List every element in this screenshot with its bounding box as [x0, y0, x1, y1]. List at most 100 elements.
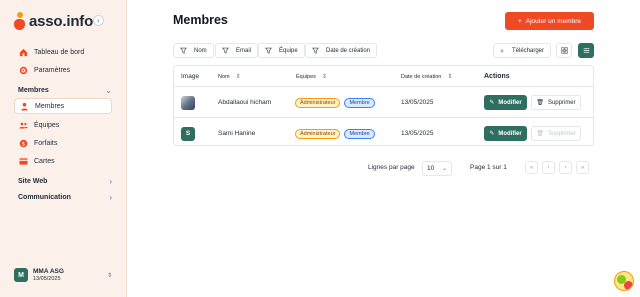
trash-icon: 🗑	[536, 100, 544, 106]
sidebar-item-settings[interactable]: Paramètres	[14, 62, 112, 78]
chevron-right-icon: ›	[109, 193, 112, 202]
delete-button[interactable]: 🗑 Supprimer	[531, 126, 581, 141]
page-info: Page 1 sur 1	[470, 164, 507, 171]
delete-label: Supprimer	[547, 130, 576, 137]
filter-label: Email	[236, 47, 252, 54]
filter-label: Date de création	[326, 47, 371, 54]
edit-label: Modifier	[498, 99, 522, 106]
sidebar-section-website[interactable]: Site Web ›	[18, 177, 112, 186]
chevron-down-icon: ⌄	[441, 166, 447, 172]
grid-icon	[560, 47, 568, 54]
creation-date: 13/05/2025	[401, 99, 434, 106]
role-badge-member: Membre	[344, 97, 375, 108]
user-icon	[20, 102, 29, 111]
double-chevron-left-icon: «	[529, 164, 534, 171]
filter-icon	[180, 47, 187, 54]
organization-switcher[interactable]: M MMA ASG 13/05/2025 ⇕	[14, 268, 112, 282]
money-icon: $	[19, 139, 28, 148]
logo-mark-icon	[14, 12, 26, 30]
edit-button[interactable]: ✎ Modifier	[484, 126, 527, 141]
home-icon	[19, 48, 28, 57]
member-avatar: S	[181, 126, 195, 141]
pencil-icon: ✎	[489, 100, 495, 106]
sidebar-item-members[interactable]: Membres	[14, 98, 112, 114]
table-row: S Sami Hanine Administrateur Membre 13/0…	[174, 117, 593, 148]
rows-per-page-value: 10	[427, 165, 435, 172]
sidebar-item-label: Cartes	[34, 157, 55, 165]
grid-view-button[interactable]	[556, 43, 572, 58]
filter-icon	[312, 47, 319, 54]
filter-team-button[interactable]: Équipe	[258, 43, 305, 58]
member-avatar	[181, 95, 195, 110]
filter-label: Nom	[194, 47, 207, 54]
column-header-teams[interactable]: Équipes ⇕	[296, 73, 327, 81]
trash-icon: 🗑	[536, 131, 544, 137]
filter-label: Équipe	[279, 47, 298, 54]
download-label: Télécharger	[511, 47, 544, 54]
pencil-icon: ✎	[489, 131, 495, 137]
sidebar-section-communication[interactable]: Communication ›	[18, 193, 112, 202]
filter-email-button[interactable]: Email	[215, 43, 259, 58]
role-badge-member: Membre	[344, 128, 375, 139]
next-page-button[interactable]: ›	[559, 161, 572, 174]
role-badge-admin: Administrateur	[295, 128, 341, 139]
section-label: Communication	[18, 194, 71, 201]
filter-icon	[265, 47, 272, 54]
header-label: Équipes	[296, 73, 316, 80]
chevron-up-down-icon: ⇕	[106, 272, 112, 279]
filter-icon	[222, 47, 229, 54]
rows-per-page-select[interactable]: 10 ⌄	[422, 161, 452, 176]
creation-date: 13/05/2025	[401, 130, 434, 137]
page-title: Membres	[173, 13, 228, 27]
chevron-right-icon: ›	[564, 164, 567, 171]
sidebar-item-label: Tableau de bord	[34, 48, 85, 56]
help-widget-button[interactable]	[614, 271, 634, 291]
add-member-button[interactable]: + Ajouter un membre	[505, 12, 594, 30]
org-avatar: M	[14, 268, 28, 282]
download-button[interactable]: Télécharger	[493, 43, 551, 58]
column-header-image: Image	[181, 73, 199, 80]
users-icon	[19, 121, 28, 130]
delete-button[interactable]: 🗑 Supprimer	[531, 95, 581, 110]
sort-icon[interactable]: ⇕	[447, 73, 452, 80]
header-label: Image	[181, 73, 200, 80]
add-member-label: Ajouter un membre	[525, 17, 582, 25]
column-header-creation-date[interactable]: Date de création ⇕	[401, 73, 452, 81]
sidebar-item-label: Forfaits	[34, 139, 58, 147]
members-table: Image Nom ⇕ Équipes ⇕ Date de création ⇕…	[173, 65, 594, 146]
member-name: Abdallaoui hicham	[218, 99, 272, 106]
filter-creation-date-button[interactable]: Date de création	[305, 43, 378, 58]
plus-icon: +	[517, 17, 522, 25]
header-label: Actions	[484, 73, 510, 80]
collapse-sidebar-button[interactable]: ‹	[93, 15, 104, 26]
sidebar-item-packages[interactable]: $ Forfaits	[14, 135, 112, 151]
role-badge-admin: Administrateur	[295, 97, 341, 108]
table-row: Abdallaoui hicham Administrateur Membre …	[174, 86, 593, 117]
sort-icon[interactable]: ⇕	[236, 73, 241, 80]
first-page-button[interactable]: «	[525, 161, 538, 174]
sort-icon[interactable]: ⇕	[322, 73, 327, 80]
list-view-button[interactable]	[578, 43, 594, 58]
card-icon	[19, 157, 28, 166]
column-header-actions: Actions	[484, 73, 510, 80]
filter-name-button[interactable]: Nom	[173, 43, 214, 58]
logo[interactable]: asso.info	[14, 12, 93, 30]
sidebar: asso.info ‹ Tableau de bord Paramètres M…	[0, 0, 127, 297]
edit-button[interactable]: ✎ Modifier	[484, 95, 527, 110]
header-label: Nom	[218, 73, 230, 80]
sidebar-item-teams[interactable]: Équipes	[14, 117, 112, 133]
sidebar-item-dashboard[interactable]: Tableau de bord	[14, 44, 112, 60]
sidebar-section-members[interactable]: Membres ⌄	[18, 86, 112, 95]
org-name: MMA ASG	[33, 268, 64, 275]
previous-page-button[interactable]: ‹	[542, 161, 555, 174]
logo-text: asso.info	[29, 12, 94, 30]
download-icon	[500, 48, 504, 53]
sidebar-item-cards[interactable]: Cartes	[14, 153, 112, 169]
last-page-button[interactable]: »	[576, 161, 589, 174]
chevron-left-icon: ‹	[547, 164, 550, 171]
double-chevron-right-icon: »	[580, 164, 585, 171]
column-header-name[interactable]: Nom ⇕	[218, 73, 241, 81]
sidebar-item-label: Équipes	[34, 121, 60, 129]
list-icon	[583, 48, 589, 53]
member-name: Sami Hanine	[218, 130, 256, 137]
